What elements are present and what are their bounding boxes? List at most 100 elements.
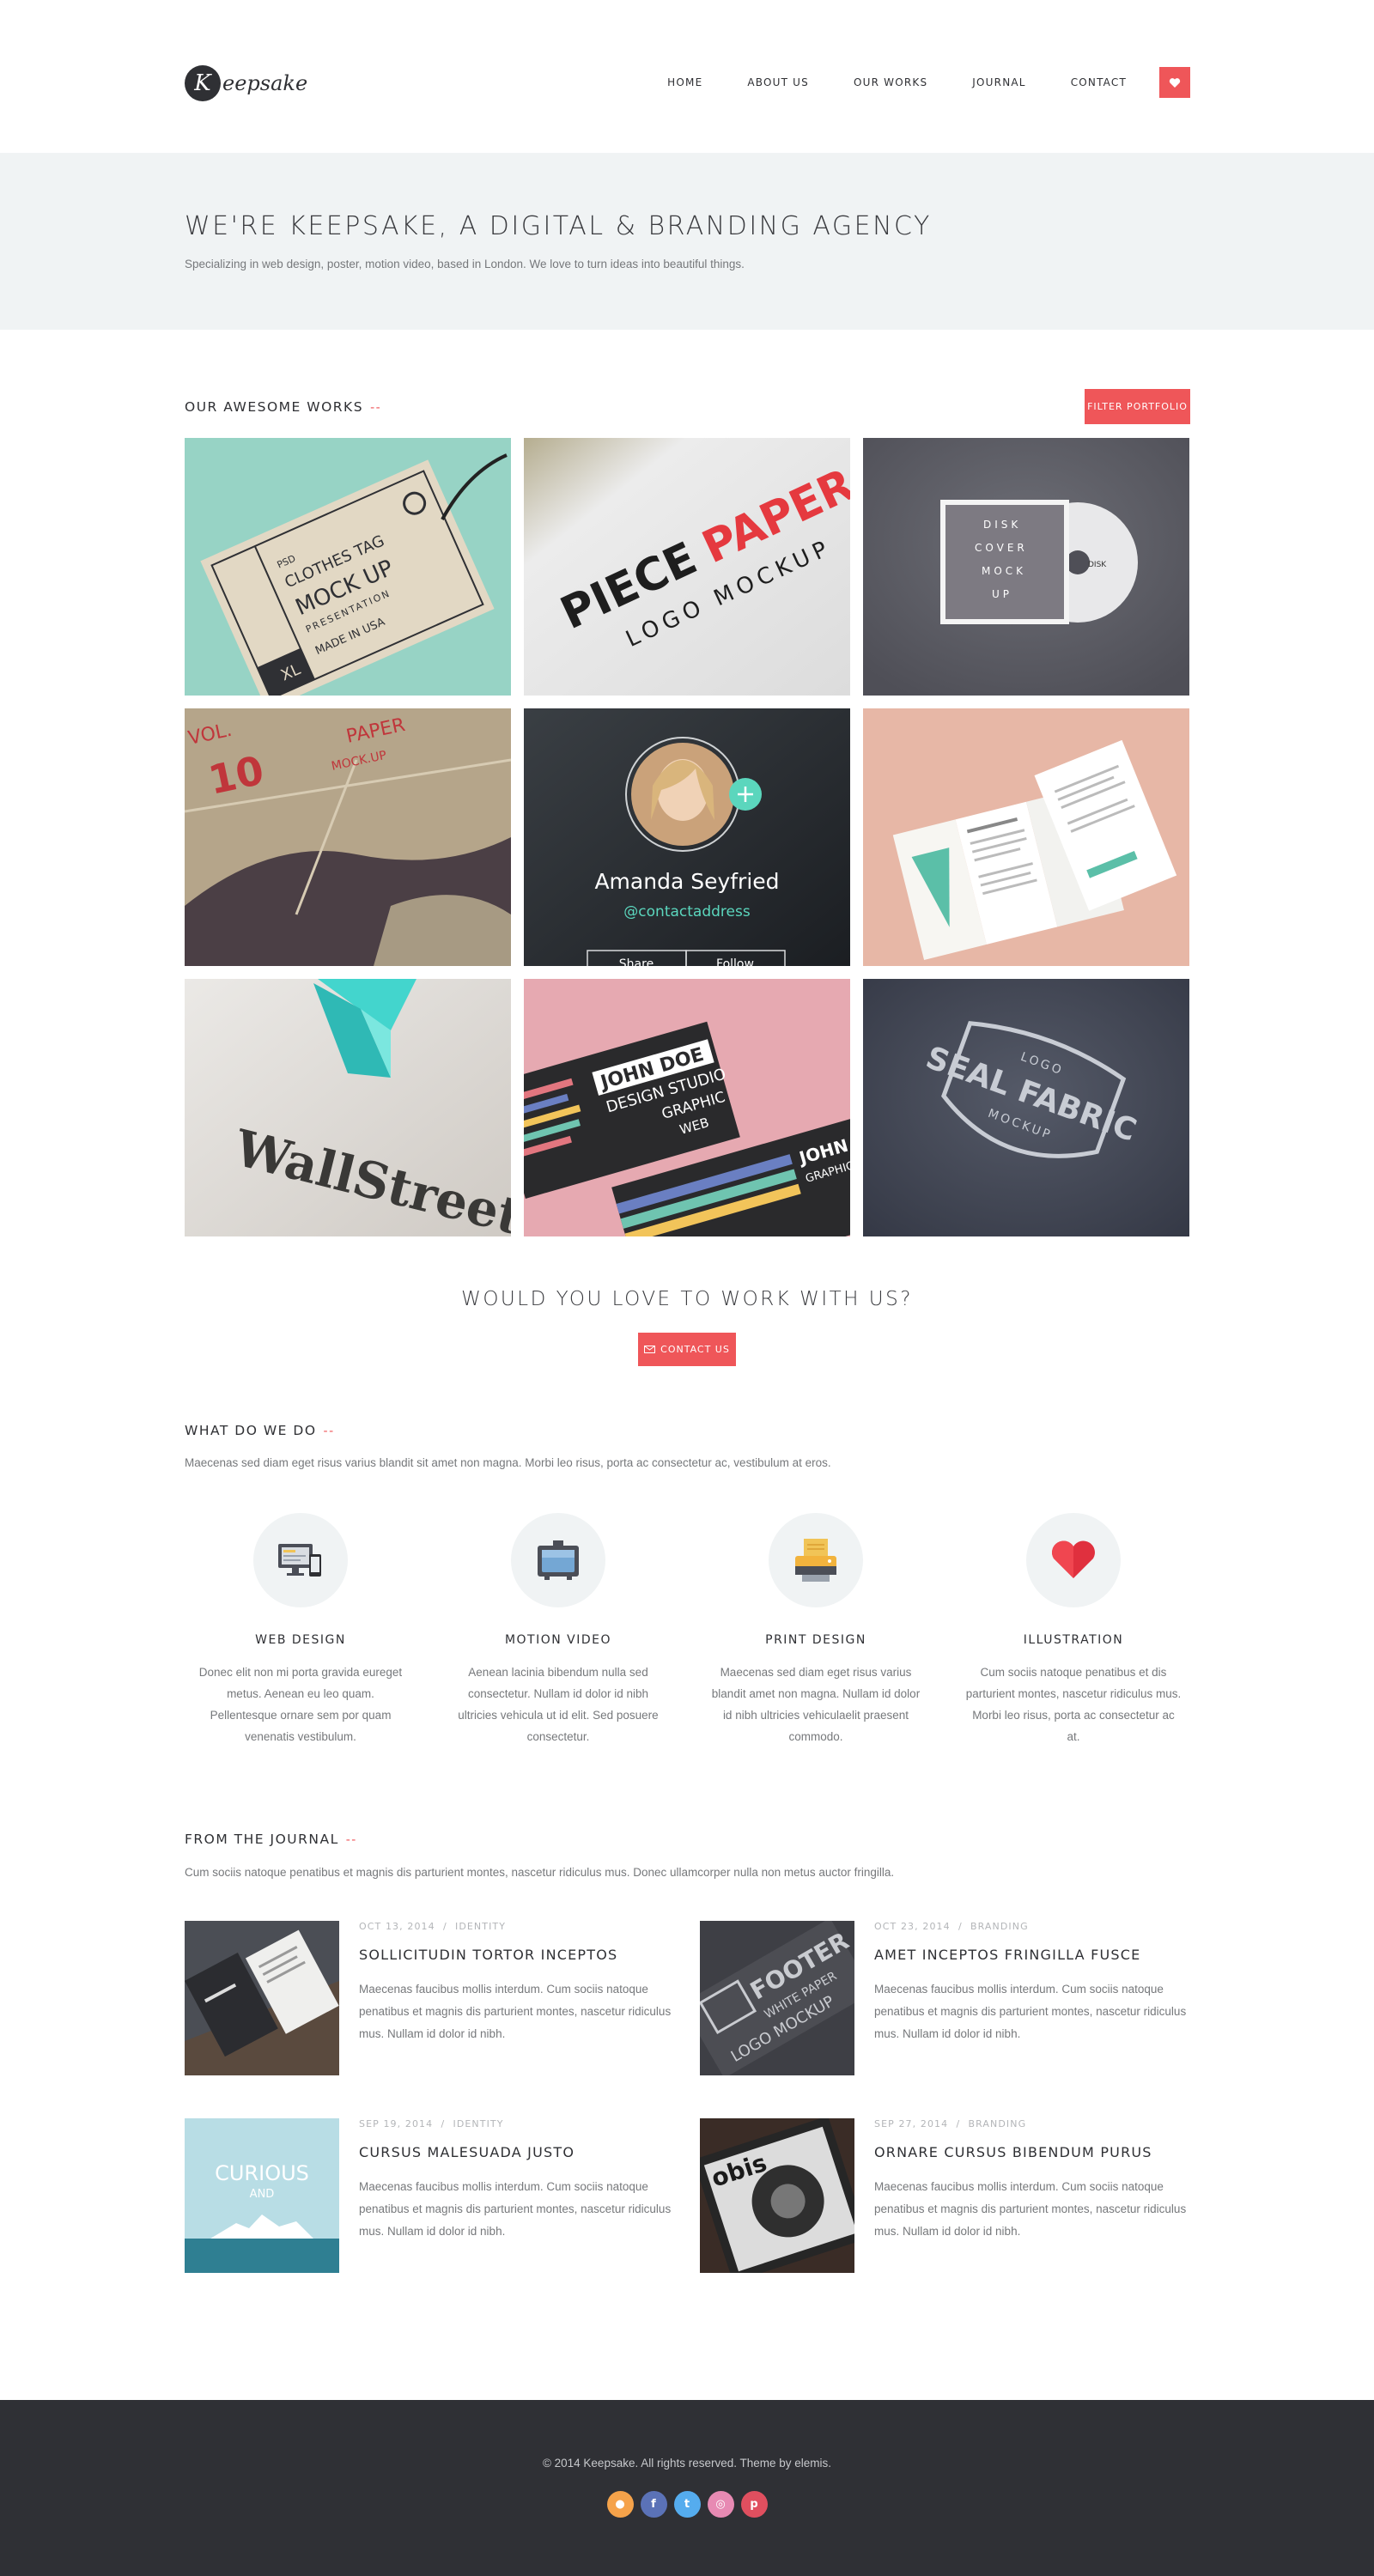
profile-name: Amanda Seyfried bbox=[594, 869, 779, 894]
service-text: Aenean lacinia bibendum nulla sed consec… bbox=[458, 1666, 659, 1743]
cta-title: WOULD YOU LOVE TO WORK WITH US? bbox=[461, 1288, 913, 1310]
facebook-icon[interactable]: f bbox=[640, 2491, 667, 2518]
cover-line-1: DISK bbox=[983, 519, 1021, 531]
post-title[interactable]: SOLLICITUDIN TORTOR INCEPTOS bbox=[359, 1947, 617, 1963]
portfolio-grid: XL PSD CLOTHES TAG MOCK UP PRESENTATION … bbox=[185, 438, 1190, 1238]
hero-subtitle: Specializing in web design, poster, moti… bbox=[185, 258, 745, 270]
post-date: SEP 19, 2014 bbox=[359, 2118, 434, 2129]
printer-icon bbox=[795, 1539, 836, 1582]
post-thumbnail-image: CURIOUS AND bbox=[185, 2118, 339, 2273]
twitter-icon[interactable]: t bbox=[673, 2491, 701, 2518]
title-dash: -- bbox=[345, 1833, 357, 1847]
services-section-title: WHAT DO WE DO -- bbox=[185, 1423, 335, 1438]
tv-icon bbox=[538, 1540, 579, 1580]
post-meta: OCT 13, 2014 / IDENTITY bbox=[359, 1921, 506, 1932]
dribbble-icon[interactable]: ◎ bbox=[707, 2491, 734, 2518]
portfolio-item-wallstreet[interactable]: WallStreet bbox=[185, 979, 511, 1236]
disc-label: DISK bbox=[1088, 561, 1107, 569]
service-icon-circle bbox=[253, 1513, 348, 1607]
heart-icon bbox=[1169, 77, 1181, 88]
contact-us-button[interactable]: CONTACT US bbox=[638, 1333, 736, 1366]
post-thumbnail[interactable]: CURIOUS AND bbox=[185, 2118, 339, 2273]
journal-section-title: FROM THE JOURNAL -- bbox=[185, 1832, 357, 1847]
works-title-text: OUR AWESOME WORKS bbox=[185, 399, 364, 415]
journal-post: CURIOUS AND SEP 19, 2014 / IDENTITY CURS… bbox=[185, 2118, 683, 2275]
nav-item-contact[interactable]: CONTACT bbox=[1071, 76, 1127, 88]
post-category[interactable]: BRANDING bbox=[968, 2118, 1026, 2129]
post-date: OCT 23, 2014 bbox=[874, 1921, 951, 1932]
post-meta: OCT 23, 2014 / BRANDING bbox=[874, 1921, 1029, 1932]
service-icon-circle bbox=[1026, 1513, 1121, 1607]
journal-title-text: FROM THE JOURNAL bbox=[185, 1832, 339, 1847]
post-thumbnail[interactable]: FOOTER WHITE PAPER LOGO MOCKUP bbox=[700, 1921, 854, 2075]
nav-item-our-works[interactable]: OUR WORKS bbox=[854, 76, 927, 88]
service-icon-circle bbox=[511, 1513, 605, 1607]
profile-handle: @contactaddress bbox=[623, 903, 751, 920]
title-dash: -- bbox=[370, 401, 382, 415]
cover-line-2: COVER bbox=[975, 542, 1028, 554]
post-category[interactable]: BRANDING bbox=[970, 1921, 1029, 1932]
post-title[interactable]: CURSUS MALESUADA JUSTO bbox=[359, 2144, 575, 2160]
cover-line-3: MOCK bbox=[982, 565, 1026, 577]
service-motion-video: MOTION VIDEO Aenean lacinia bibendum nul… bbox=[450, 1513, 666, 1747]
post-date: OCT 13, 2014 bbox=[359, 1921, 435, 1932]
post-meta: SEP 19, 2014 / IDENTITY bbox=[359, 2118, 504, 2129]
pinterest-icon[interactable]: p bbox=[740, 2491, 768, 2518]
service-text: Donec elit non mi porta gravida eureget … bbox=[198, 1666, 403, 1743]
portfolio-item-disk-cover[interactable]: DISK DISK COVER MOCK UP bbox=[863, 438, 1189, 696]
main-nav: HOME ABOUT US OUR WORKS JOURNAL CONTACT bbox=[667, 67, 1190, 98]
portfolio-item-profile-card[interactable]: Amanda Seyfried @contactaddress Share Fo… bbox=[524, 708, 850, 966]
post-thumbnail[interactable] bbox=[185, 1921, 339, 2075]
post-category[interactable]: IDENTITY bbox=[455, 1921, 506, 1932]
favorites-button[interactable] bbox=[1159, 67, 1190, 98]
logo[interactable]: K eepsake bbox=[185, 65, 307, 101]
site-header: K eepsake HOME ABOUT US OUR WORKS JOURNA… bbox=[0, 0, 1374, 153]
portfolio-item-paper-parcel[interactable]: VOL. 10 PAPER MOCK.UP bbox=[185, 708, 511, 966]
post-date: SEP 27, 2014 bbox=[874, 2118, 949, 2129]
profile-card-image: Amanda Seyfried @contactaddress Share Fo… bbox=[524, 708, 850, 966]
journal-post: FOOTER WHITE PAPER LOGO MOCKUP OCT 23, 2… bbox=[700, 1921, 1198, 2077]
wallstreet-image: WallStreet bbox=[185, 979, 511, 1236]
portfolio-item-brochure[interactable] bbox=[863, 708, 1189, 966]
post-thumbnail-image: obis bbox=[700, 2118, 854, 2273]
post-excerpt: Maecenas faucibus mollis interdum. Cum s… bbox=[359, 1983, 672, 2040]
portfolio-item-clothes-tag[interactable]: XL PSD CLOTHES TAG MOCK UP PRESENTATION … bbox=[185, 438, 511, 696]
filter-portfolio-button[interactable]: FILTER PORTFOLIO bbox=[1085, 389, 1190, 424]
post-excerpt: Maecenas faucibus mollis interdum. Cum s… bbox=[359, 2180, 672, 2238]
portfolio-item-seal-fabric[interactable]: LOGO SEAL FABRIC MOCKUP bbox=[863, 979, 1189, 1236]
portfolio-item-business-cards[interactable]: JOHN DOE DESIGN STUDIO GRAPHIC WEB JOHN … bbox=[524, 979, 850, 1236]
service-title: ILLUSTRATION bbox=[1023, 1633, 1124, 1647]
nav-item-journal[interactable]: JOURNAL bbox=[972, 76, 1025, 88]
service-title: PRINT DESIGN bbox=[765, 1633, 866, 1647]
rss-icon[interactable]: ● bbox=[606, 2491, 634, 2518]
post-title[interactable]: ORNARE CURSUS BIBENDUM PURUS bbox=[874, 2144, 1152, 2160]
hero-title: WE'RE KEEPSAKE, A DIGITAL & BRANDING AGE… bbox=[185, 211, 932, 241]
service-text: Cum sociis natoque penatibus et dis part… bbox=[965, 1666, 1182, 1743]
service-illustration: ILLUSTRATION Cum sociis natoque penatibu… bbox=[965, 1513, 1182, 1747]
journal-post: obis SEP 27, 2014 / BRANDING ORNARE CURS… bbox=[700, 2118, 1198, 2275]
post-title[interactable]: AMET INCEPTOS FRINGILLA FUSCE bbox=[874, 1947, 1140, 1963]
post-meta-separator: / bbox=[442, 1921, 447, 1932]
journal-intro: Cum sociis natoque penatibus et magnis d… bbox=[185, 1866, 895, 1879]
service-title: MOTION VIDEO bbox=[504, 1633, 612, 1647]
social-links: ● f t ◎ p bbox=[0, 2491, 1374, 2518]
piece-paper-image: PIECE PAPER LOGO MOCKUP bbox=[524, 438, 850, 696]
portfolio-item-piece-paper[interactable]: PIECE PAPER LOGO MOCKUP bbox=[524, 438, 850, 696]
contact-us-label: CONTACT US bbox=[660, 1344, 730, 1355]
post-thumbnail[interactable]: obis bbox=[700, 2118, 854, 2273]
post-meta: SEP 27, 2014 / BRANDING bbox=[874, 2118, 1026, 2129]
site-footer: © 2014 Keepsake. All rights reserved. Th… bbox=[0, 2400, 1374, 2576]
logo-mark: K bbox=[185, 65, 221, 101]
journal-post: OCT 13, 2014 / IDENTITY SOLLICITUDIN TOR… bbox=[185, 1921, 683, 2077]
nav-item-home[interactable]: HOME bbox=[667, 76, 702, 88]
service-text: Maecenas sed diam eget risus varius blan… bbox=[711, 1666, 921, 1743]
title-dash: -- bbox=[323, 1425, 335, 1438]
cover-line-4: UP bbox=[992, 588, 1012, 600]
footer-copyright: © 2014 Keepsake. All rights reserved. Th… bbox=[542, 2457, 832, 2470]
disk-cover-image: DISK DISK COVER MOCK UP bbox=[863, 438, 1189, 696]
heart-icon bbox=[1052, 1540, 1095, 1578]
post-category[interactable]: IDENTITY bbox=[453, 2118, 503, 2129]
nav-item-about-us[interactable]: ABOUT US bbox=[747, 76, 809, 88]
thumb-text-and: AND bbox=[250, 2188, 275, 2201]
seal-fabric-image: LOGO SEAL FABRIC MOCKUP bbox=[863, 979, 1189, 1236]
